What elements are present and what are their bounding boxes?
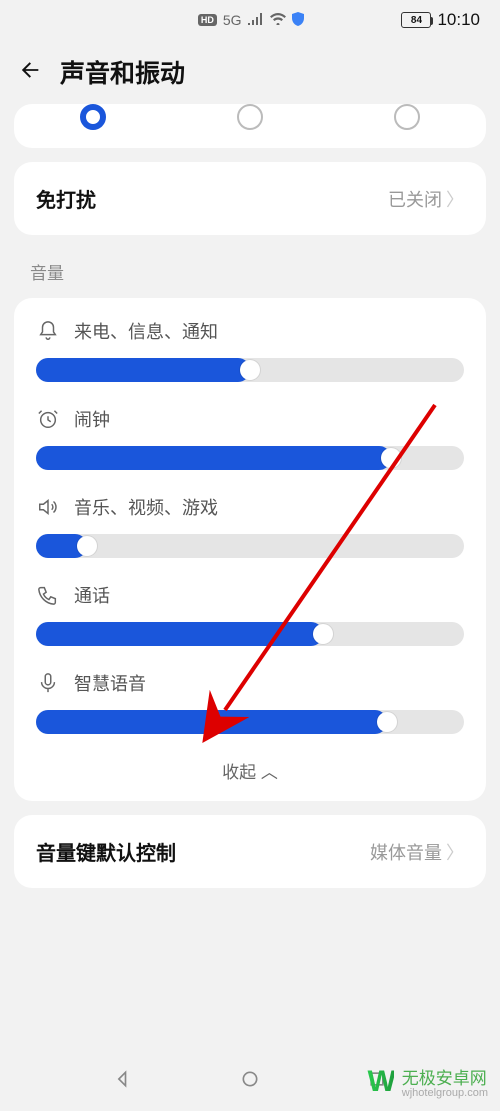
watermark: W 无极安卓网 wjhotelgroup.com bbox=[367, 1064, 488, 1099]
slider-alarm-label: 闹钟 bbox=[74, 406, 110, 432]
bell-icon bbox=[36, 320, 60, 342]
volume-card: 来电、信息、通知 闹钟 bbox=[14, 298, 486, 801]
watermark-logo: W bbox=[367, 1065, 393, 1099]
shield-icon bbox=[292, 12, 304, 29]
nav-back[interactable] bbox=[113, 1069, 133, 1094]
slider-alarm-thumb[interactable] bbox=[381, 448, 401, 468]
speaker-icon bbox=[36, 496, 60, 518]
alarm-icon bbox=[36, 408, 60, 430]
slider-assistant-label: 智慧语音 bbox=[74, 670, 146, 696]
slider-alarm-track[interactable] bbox=[36, 446, 464, 470]
network-indicator: 5G bbox=[223, 12, 242, 28]
slider-ring-thumb[interactable] bbox=[240, 360, 260, 380]
slider-assistant-track[interactable] bbox=[36, 710, 464, 734]
watermark-url: wjhotelgroup.com bbox=[402, 1087, 488, 1099]
nav-home[interactable] bbox=[240, 1069, 260, 1094]
hd-badge: HD bbox=[198, 14, 217, 26]
chevron-right-icon: 〉 bbox=[446, 839, 464, 865]
slider-alarm: 闹钟 bbox=[36, 392, 464, 480]
slider-call-track[interactable] bbox=[36, 622, 464, 646]
status-left: HD 5G bbox=[100, 12, 401, 29]
dnd-card[interactable]: 免打扰 已关闭 〉 bbox=[14, 162, 486, 235]
slider-media-label: 音乐、视频、游戏 bbox=[74, 494, 218, 520]
mode-radio-vibrate[interactable] bbox=[237, 104, 263, 130]
page-title: 声音和振动 bbox=[60, 54, 185, 90]
volkey-value: 媒体音量 〉 bbox=[370, 839, 464, 865]
dnd-value: 已关闭 〉 bbox=[388, 186, 464, 212]
slider-assistant-thumb[interactable] bbox=[377, 712, 397, 732]
phone-icon bbox=[36, 584, 60, 606]
status-bar: HD 5G 84 10:10 bbox=[0, 0, 500, 40]
slider-ring-label: 来电、信息、通知 bbox=[74, 318, 218, 344]
section-volume-title: 音量 bbox=[0, 249, 500, 298]
wifi-icon bbox=[270, 12, 286, 28]
slider-alarm-fill bbox=[36, 446, 391, 470]
slider-media-thumb[interactable] bbox=[77, 536, 97, 556]
slider-call-fill bbox=[36, 622, 323, 646]
watermark-name: 无极安卓网 bbox=[402, 1069, 487, 1088]
mode-radio-silent[interactable] bbox=[394, 104, 420, 130]
slider-ring-fill bbox=[36, 358, 250, 382]
mode-radio-ring[interactable] bbox=[80, 104, 106, 130]
dnd-label: 免打扰 bbox=[36, 184, 96, 213]
page-header: 声音和振动 bbox=[0, 40, 500, 104]
slider-media: 音乐、视频、游戏 bbox=[36, 480, 464, 568]
collapse-toggle[interactable]: 收起 ︿ bbox=[14, 744, 486, 801]
status-right: 84 10:10 bbox=[401, 10, 480, 30]
slider-ring: 来电、信息、通知 bbox=[36, 304, 464, 392]
slider-call-thumb[interactable] bbox=[313, 624, 333, 644]
mic-icon bbox=[36, 672, 60, 694]
volkey-card[interactable]: 音量键默认控制 媒体音量 〉 bbox=[14, 815, 486, 888]
clock: 10:10 bbox=[437, 10, 480, 30]
volkey-label: 音量键默认控制 bbox=[36, 837, 176, 866]
sound-mode-card bbox=[14, 104, 486, 148]
back-button[interactable] bbox=[20, 57, 42, 88]
battery-icon: 84 bbox=[401, 12, 431, 28]
slider-ring-track[interactable] bbox=[36, 358, 464, 382]
slider-assistant: 智慧语音 bbox=[36, 656, 464, 744]
slider-assistant-fill bbox=[36, 710, 387, 734]
slider-media-track[interactable] bbox=[36, 534, 464, 558]
chevron-up-icon: ︿ bbox=[261, 763, 278, 782]
slider-call-label: 通话 bbox=[74, 582, 110, 608]
slider-call: 通话 bbox=[36, 568, 464, 656]
chevron-right-icon: 〉 bbox=[446, 186, 464, 212]
signal-icon bbox=[248, 12, 264, 28]
